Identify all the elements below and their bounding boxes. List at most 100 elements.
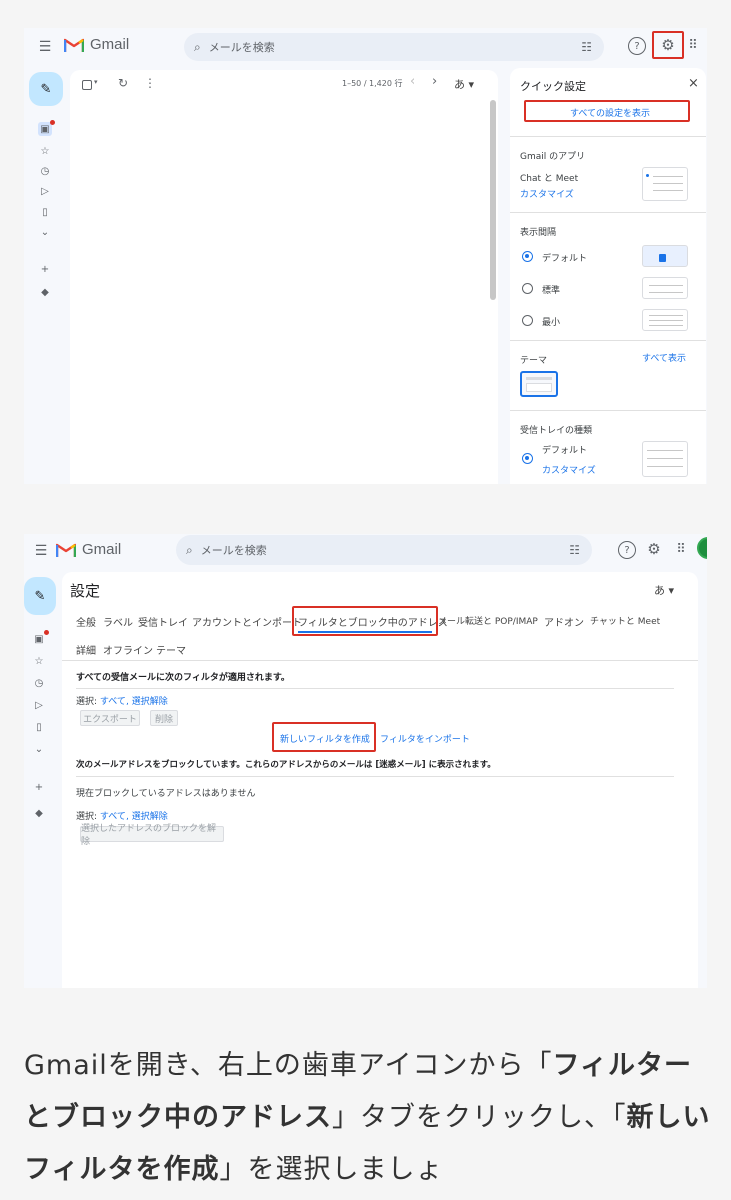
quick-settings-panel: クイック設定 × すべての設定を表示 Gmail のアプリ Chat と Mee…	[510, 68, 706, 484]
caption-text-3: 」を選択しましょ	[219, 1154, 444, 1185]
search-icon[interactable]: ⌕	[194, 40, 201, 55]
help-icon[interactable]: ?	[628, 37, 646, 55]
export-button[interactable]: エクスポート	[80, 710, 140, 726]
checkbox-dropdown-icon[interactable]: ▾	[94, 78, 98, 86]
density-radio-comfortable[interactable]	[522, 283, 533, 294]
select-none-link[interactable]: 選択解除	[132, 697, 168, 707]
refresh-icon[interactable]: ↻	[118, 76, 128, 90]
settings-tabs-row2: 詳細 オフライン テーマ	[76, 642, 376, 660]
search-placeholder: メールを検索	[200, 544, 267, 557]
chevron-down-icon[interactable]: ⌄	[32, 742, 46, 756]
apps-customize-link[interactable]: カスタマイズ	[520, 187, 574, 200]
gmail-logo[interactable]: Gmail	[56, 541, 121, 558]
tab-offline[interactable]: オフライン	[103, 642, 153, 657]
more-icon[interactable]: ⋮	[144, 76, 156, 90]
send-icon[interactable]: ▷	[38, 184, 52, 198]
theme-thumbnail[interactable]	[520, 371, 558, 397]
label-icon[interactable]: ◆	[32, 806, 46, 820]
density-radio-compact[interactable]	[522, 315, 533, 326]
tab-inbox[interactable]: 受信トレイ	[138, 614, 188, 629]
gmail-m-icon	[64, 38, 84, 52]
input-tools-selector[interactable]: あ ▾	[454, 76, 474, 92]
mail-list-panel: ▾ ↻ ⋮ 1–50 / 1,420 行 ‹ › あ ▾	[70, 70, 498, 484]
gear-icon[interactable]: ⚙	[644, 539, 664, 559]
search-bar[interactable]: ⌕ メールを検索 ☷	[176, 535, 592, 565]
scrollbar[interactable]	[490, 100, 496, 300]
inbox-type-default: デフォルト	[542, 446, 588, 456]
apps-grid-icon[interactable]: ⠿	[674, 541, 688, 557]
gear-icon[interactable]: ⚙	[658, 35, 678, 55]
tab-advanced[interactable]: 詳細	[76, 642, 96, 657]
tabs-divider	[62, 660, 698, 661]
input-tools-selector[interactable]: あ ▾	[654, 582, 674, 598]
theme-section: テーマ すべて表示	[510, 340, 706, 410]
draft-icon[interactable]: ▯	[32, 720, 46, 734]
blocked-divider	[76, 776, 674, 777]
compose-button[interactable]: ✎	[29, 72, 63, 106]
next-page-icon[interactable]: ›	[432, 74, 437, 89]
send-icon[interactable]: ▷	[32, 698, 46, 712]
unblock-selected-button[interactable]: 選択したアドレスのブロックを解除	[80, 824, 224, 847]
density-heading: 表示間隔	[520, 228, 557, 238]
tab-general[interactable]: 全般	[76, 614, 96, 629]
tab-accounts-import[interactable]: アカウントとインポート	[192, 614, 302, 629]
search-options-icon[interactable]: ☷	[569, 543, 580, 557]
search-icon[interactable]: ⌕	[186, 543, 193, 558]
chat-meet-label: Chat と Meet	[520, 174, 579, 184]
pencil-icon: ✎	[40, 81, 52, 97]
import-filters-link[interactable]: フィルタをインポート	[380, 732, 470, 745]
label-icon[interactable]: ◆	[38, 285, 52, 299]
main-menu-icon[interactable]: ☰	[36, 38, 54, 56]
inbox-type-customize-link[interactable]: カスタマイズ	[542, 463, 596, 476]
tab-addons[interactable]: アドオン	[544, 614, 584, 629]
select-checkbox[interactable]	[82, 80, 92, 90]
quick-settings-title: クイック設定	[520, 80, 586, 93]
density-default-thumbnail	[642, 245, 688, 267]
draft-icon[interactable]: ▯	[38, 205, 52, 219]
compose-button[interactable]: ✎	[24, 577, 56, 615]
select-all-link[interactable]: すべて	[100, 697, 126, 707]
plus-icon[interactable]: +	[32, 780, 46, 794]
caption-text-1: Gmailを開き、右上の歯車アイコンから「	[24, 1050, 553, 1081]
density-comfortable-thumbnail	[642, 277, 688, 299]
inbox-type-radio-default[interactable]	[522, 453, 533, 464]
search-bar[interactable]: ⌕ メールを検索 ☷	[184, 33, 604, 61]
show-all-settings-link[interactable]: すべての設定を表示	[570, 106, 650, 119]
inbox-type-section: 受信トレイの種類 デフォルト カスタマイズ	[510, 410, 706, 484]
tab-themes[interactable]: テーマ	[156, 642, 186, 657]
apps-grid-icon[interactable]: ⠿	[686, 37, 700, 53]
blocked-heading: 次のメールアドレスをブロックしています。これらのアドレスからのメールは [迷惑メ…	[76, 760, 496, 770]
filters-heading: すべての受信メールに次のフィルタが適用されます。	[76, 673, 290, 683]
pagination-text: 1–50 / 1,420 行	[342, 79, 403, 88]
tab-chat-meet[interactable]: チャットと Meet	[590, 614, 660, 627]
avatar[interactable]	[697, 537, 707, 559]
clock-icon[interactable]: ◷	[38, 164, 52, 178]
search-options-icon[interactable]: ☷	[581, 40, 592, 54]
filters-tab-highlight	[292, 606, 438, 636]
inbox-type-thumbnail	[642, 441, 688, 477]
settings-title: 設定	[70, 582, 101, 600]
screenshot-filter-settings: ☰ Gmail ⌕ メールを検索 ☷ ? ⚙ ⠿ ✎ ▣ ☆ ◷ ▷ ▯ ⌄ +…	[24, 534, 707, 988]
delete-button[interactable]: 削除	[150, 710, 178, 726]
gmail-logo[interactable]: Gmail	[64, 36, 129, 53]
tab-forwarding-pop-imap[interactable]: メール転送と POP/IMAP	[438, 614, 538, 627]
help-icon[interactable]: ?	[618, 541, 636, 559]
prev-page-icon[interactable]: ‹	[410, 74, 415, 89]
close-icon[interactable]: ×	[688, 76, 699, 91]
chevron-down-icon[interactable]: ⌄	[38, 225, 52, 239]
create-filter-link[interactable]: 新しいフィルタを作成	[280, 732, 370, 745]
main-menu-icon[interactable]: ☰	[32, 542, 50, 560]
star-icon[interactable]: ☆	[32, 654, 46, 668]
instruction-caption: Gmailを開き、右上の歯車アイコンから「フィルターとブロック中のアドレス」タブ…	[24, 1040, 711, 1196]
density-radio-default[interactable]	[522, 251, 533, 262]
tab-labels[interactable]: ラベル	[103, 614, 133, 629]
theme-heading: テーマ	[520, 356, 548, 366]
inbox-type-heading: 受信トレイの種類	[520, 426, 593, 436]
unread-dot	[50, 120, 55, 125]
unread-dot	[44, 630, 49, 635]
theme-show-all-link[interactable]: すべて表示	[642, 351, 686, 364]
star-icon[interactable]: ☆	[38, 144, 52, 158]
clock-icon[interactable]: ◷	[32, 676, 46, 690]
plus-icon[interactable]: +	[38, 262, 52, 276]
chat-meet-thumbnail	[642, 167, 688, 201]
